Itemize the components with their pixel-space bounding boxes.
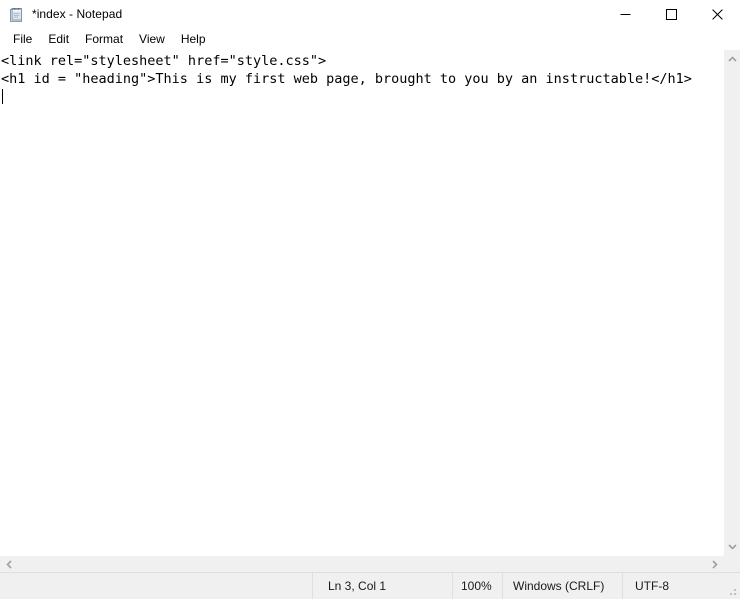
notepad-window: *index - Notepad File Edit Format View H… [0, 0, 740, 599]
horizontal-scrollbar[interactable] [0, 555, 723, 572]
minimize-icon [620, 14, 630, 15]
close-button[interactable] [694, 0, 740, 29]
menu-item-file[interactable]: File [5, 30, 40, 49]
editor-region: <link rel="stylesheet" href="style.css">… [0, 50, 740, 572]
text-editor[interactable]: <link rel="stylesheet" href="style.css">… [0, 50, 723, 555]
menu-item-view[interactable]: View [131, 30, 173, 49]
minimize-button[interactable] [602, 0, 648, 29]
window-title: *index - Notepad [32, 7, 123, 21]
scrollbar-corner [723, 555, 740, 572]
notepad-icon [8, 7, 24, 23]
chevron-up-icon [727, 55, 737, 62]
scroll-down-arrow[interactable] [724, 538, 740, 555]
maximize-button[interactable] [648, 0, 694, 29]
status-encoding: UTF-8 [635, 579, 669, 593]
menu-bar: File Edit Format View Help [0, 29, 740, 50]
vertical-scrollbar[interactable] [723, 50, 740, 555]
maximize-icon [665, 9, 677, 20]
chevron-down-icon [727, 543, 737, 550]
status-position: Ln 3, Col 1 [313, 573, 453, 599]
resize-grip[interactable] [727, 586, 737, 596]
menu-item-format[interactable]: Format [77, 30, 131, 49]
caret-line [0, 88, 723, 106]
menu-item-edit[interactable]: Edit [40, 30, 77, 49]
menu-item-help[interactable]: Help [173, 30, 214, 49]
title-bar: *index - Notepad [0, 0, 740, 29]
window-controls [602, 0, 740, 29]
close-icon [711, 9, 723, 20]
scroll-left-arrow[interactable] [0, 556, 17, 573]
chevron-right-icon [711, 559, 718, 569]
chevron-left-icon [5, 559, 12, 569]
status-bar: Ln 3, Col 1 100% Windows (CRLF) UTF-8 [0, 572, 740, 599]
text-caret [2, 89, 3, 104]
status-line-ending: Windows (CRLF) [503, 573, 623, 599]
editor-text: <link rel="stylesheet" href="style.css">… [1, 53, 692, 87]
scroll-right-arrow[interactable] [706, 556, 723, 573]
status-zoom: 100% [453, 573, 503, 599]
scroll-up-arrow[interactable] [724, 50, 740, 67]
status-spacer [0, 573, 313, 599]
